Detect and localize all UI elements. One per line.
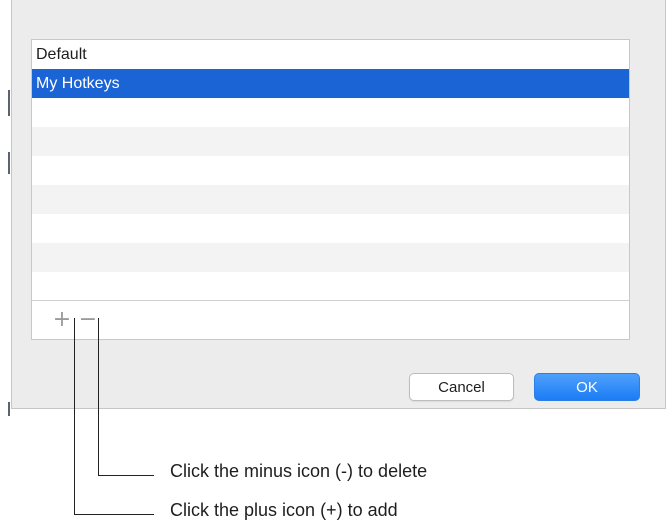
list-toolbar: + − bbox=[32, 300, 629, 339]
empty-list-row bbox=[32, 243, 629, 272]
list-item-default[interactable]: Default bbox=[32, 40, 629, 69]
minus-icon[interactable]: − bbox=[76, 309, 100, 333]
ok-button[interactable]: OK bbox=[534, 373, 640, 401]
minus-callout-leader bbox=[98, 318, 99, 476]
empty-list-row bbox=[32, 98, 629, 127]
minus-callout-text: Click the minus icon (-) to delete bbox=[170, 461, 428, 481]
empty-list-row bbox=[32, 272, 629, 301]
background-window-edge bbox=[8, 402, 10, 416]
screenshot-stage: Default My Hotkeys + − Cancel OK Click t… bbox=[0, 0, 667, 525]
minus-callout-leader bbox=[98, 475, 154, 476]
cancel-button[interactable]: Cancel bbox=[409, 373, 514, 401]
plus-callout-leader bbox=[74, 318, 75, 515]
hotkey-set-list[interactable]: Default My Hotkeys + − bbox=[31, 39, 630, 340]
list-item-my-hotkeys[interactable]: My Hotkeys bbox=[32, 69, 629, 98]
plus-icon[interactable]: + bbox=[50, 309, 74, 333]
plus-callout-leader bbox=[74, 514, 154, 515]
empty-list-row bbox=[32, 185, 629, 214]
empty-list-row bbox=[32, 127, 629, 156]
background-window-edge bbox=[8, 90, 10, 116]
background-window-edge bbox=[8, 152, 10, 174]
empty-list-row bbox=[32, 214, 629, 243]
list-rows: Default My Hotkeys bbox=[32, 40, 629, 299]
plus-callout-text: Click the plus icon (+) to add bbox=[170, 500, 398, 520]
empty-list-row bbox=[32, 156, 629, 185]
